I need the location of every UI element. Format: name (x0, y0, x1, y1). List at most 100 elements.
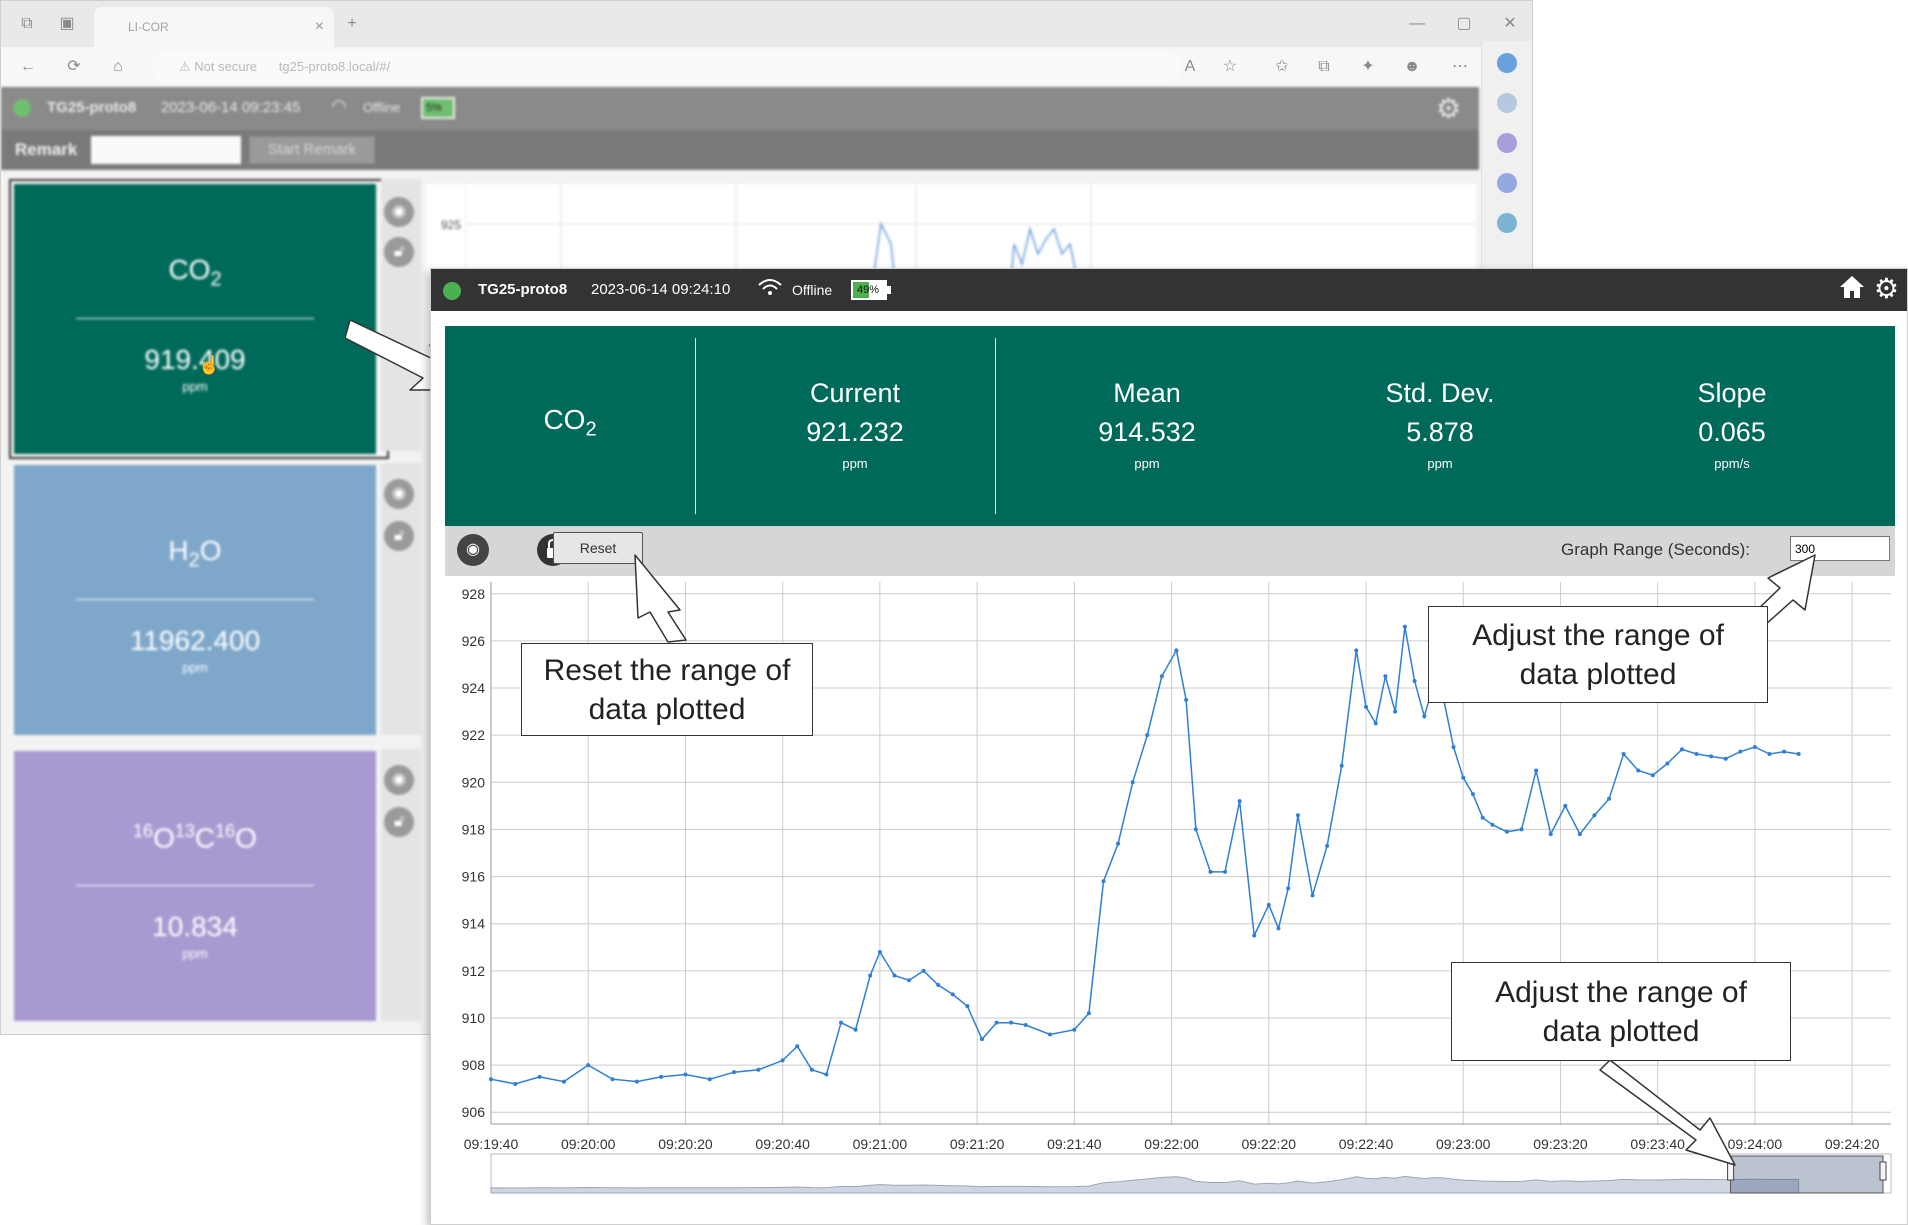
stat-label: Current (809, 378, 901, 408)
broadcast-icon[interactable]: ◉ (384, 765, 414, 795)
data-point (1373, 721, 1378, 726)
profile-icon[interactable]: ☻ (1401, 56, 1423, 78)
address-bar[interactable]: ⚠ Not secure tg25-proto8.local/#/ (151, 52, 1181, 82)
status-dot-icon (13, 99, 31, 117)
remark-input[interactable] (91, 136, 241, 164)
security-label: Not secure (194, 59, 258, 74)
new-tab-icon[interactable]: + (341, 13, 363, 35)
data-point (1548, 832, 1553, 837)
reset-button[interactable]: Reset (553, 532, 643, 564)
gear-icon[interactable]: ⚙ (1436, 92, 1461, 125)
collections-icon[interactable]: ⧉ (1313, 56, 1335, 78)
extensions-icon[interactable]: ✦ (1357, 56, 1379, 78)
maximize-icon[interactable]: ▢ (1453, 13, 1475, 35)
data-point (1422, 714, 1427, 719)
search-icon[interactable] (1497, 93, 1517, 113)
gas-name: CO2 (543, 404, 597, 441)
data-point (586, 1063, 591, 1068)
divider (76, 318, 314, 319)
data-point (1286, 886, 1291, 891)
data-point (994, 1020, 999, 1025)
shopping-icon[interactable] (1497, 133, 1517, 153)
gas-name: H2O (168, 535, 222, 572)
divider (695, 338, 696, 514)
stats-panel: CO2 Current 921.232 ppm Mean 914.532 ppm… (445, 326, 1895, 526)
remark-label: Remark (15, 140, 78, 159)
favorite-icon[interactable]: ☆ (1219, 56, 1241, 78)
tools-icon[interactable] (1497, 173, 1517, 193)
stat-value: 914.532 (1098, 417, 1196, 447)
data-point (561, 1079, 566, 1084)
data-point (1116, 841, 1121, 846)
stat-slope: Slope 0.065 ppm/s (1632, 378, 1832, 471)
range-slider-callout: Adjust the range of data plotted (1451, 962, 1791, 1061)
x-tick-label: 09:24:20 (1825, 1136, 1880, 1152)
minimize-icon[interactable]: — (1406, 13, 1428, 35)
stat-value: 5.878 (1406, 417, 1474, 447)
home-icon[interactable]: ⌂ (107, 56, 129, 78)
data-point (1237, 799, 1242, 804)
background-app-header: TG25-proto8 2023-06-14 09:23:45 ◠ Offlin… (1, 87, 1479, 130)
data-point (892, 973, 897, 978)
outlook-icon[interactable] (1497, 213, 1517, 233)
data-point (1048, 1032, 1053, 1037)
close-tab-icon[interactable]: × (315, 7, 324, 47)
battery-indicator: 49% (851, 280, 891, 300)
battery-indicator: 5% (421, 97, 455, 119)
more-icon[interactable]: ⋯ (1449, 56, 1471, 78)
broadcast-icon[interactable]: ◉ (384, 479, 414, 509)
gas-card-isotope[interactable]: 16O13C16O 10.834 ppm (14, 751, 376, 1021)
broadcast-icon[interactable]: ◉ (457, 534, 489, 566)
data-point (1159, 674, 1164, 679)
close-window-icon[interactable]: ✕ (1499, 13, 1521, 35)
tab-actions-icon[interactable]: ▣ (56, 13, 78, 35)
read-aloud-icon[interactable]: A (1179, 56, 1201, 78)
data-point (1252, 933, 1257, 938)
y-tick-label: 908 (462, 1057, 486, 1073)
lock-icon[interactable]: 🔓︎ (384, 521, 414, 551)
data-point (1023, 1023, 1028, 1028)
app-header: TG25-proto8 2023-06-14 09:24:10 Offline … (431, 269, 1907, 311)
data-point (537, 1074, 542, 1079)
data-point (795, 1044, 800, 1049)
stat-unit: ppm/s (1714, 456, 1750, 471)
gas-card-h2o[interactable]: H2O 11962.400 ppm (14, 465, 376, 735)
data-point (1752, 744, 1757, 749)
back-icon[interactable]: ← (17, 56, 39, 78)
navigator-right-handle (1879, 1161, 1887, 1181)
copilot-icon[interactable] (1497, 53, 1517, 73)
workspaces-icon[interactable]: ⧉ (16, 13, 38, 35)
data-point (1519, 827, 1524, 832)
data-point (1208, 869, 1213, 874)
data-point (1650, 773, 1655, 778)
browser-tab[interactable]: LI-COR × (94, 7, 334, 47)
gas-card-co2[interactable]: CO2 919.409 ppm (14, 184, 376, 454)
broadcast-icon[interactable]: ◉ (384, 197, 414, 227)
x-tick-label: 09:19:40 (464, 1136, 519, 1152)
navigator-selection (1730, 1155, 1884, 1194)
gear-icon[interactable]: ⚙ (1874, 272, 1899, 305)
start-remark-button[interactable]: Start Remark (249, 136, 375, 164)
data-point (1412, 678, 1417, 683)
stat-unit: ppm (1427, 456, 1453, 471)
y-tick-label: 906 (462, 1104, 486, 1120)
data-point (1145, 733, 1150, 738)
refresh-icon[interactable]: ⟳ (63, 56, 85, 78)
data-point (489, 1077, 493, 1082)
lock-icon[interactable]: 🔓︎ (384, 807, 414, 837)
data-point (1086, 1011, 1091, 1016)
graph-range-input[interactable] (1790, 536, 1890, 561)
divider (995, 338, 996, 514)
lock-icon[interactable]: 🔓︎ (384, 237, 414, 267)
y-tick-label: 924 (462, 680, 486, 696)
device-name: TG25-proto8 (47, 99, 137, 116)
y-tick-label: 916 (462, 869, 486, 885)
y-tick-label: 910 (462, 1010, 486, 1026)
data-point (707, 1077, 712, 1082)
data-point (1184, 697, 1189, 702)
gas-card-list: CO2 919.409 ppm ◉ 🔓︎ H2O 11962.400 ppm ◉… (9, 179, 421, 1029)
home-icon[interactable] (1839, 274, 1865, 307)
data-point (1679, 747, 1684, 752)
favorites-icon[interactable]: ✩ (1271, 56, 1293, 78)
data-point (683, 1072, 688, 1077)
